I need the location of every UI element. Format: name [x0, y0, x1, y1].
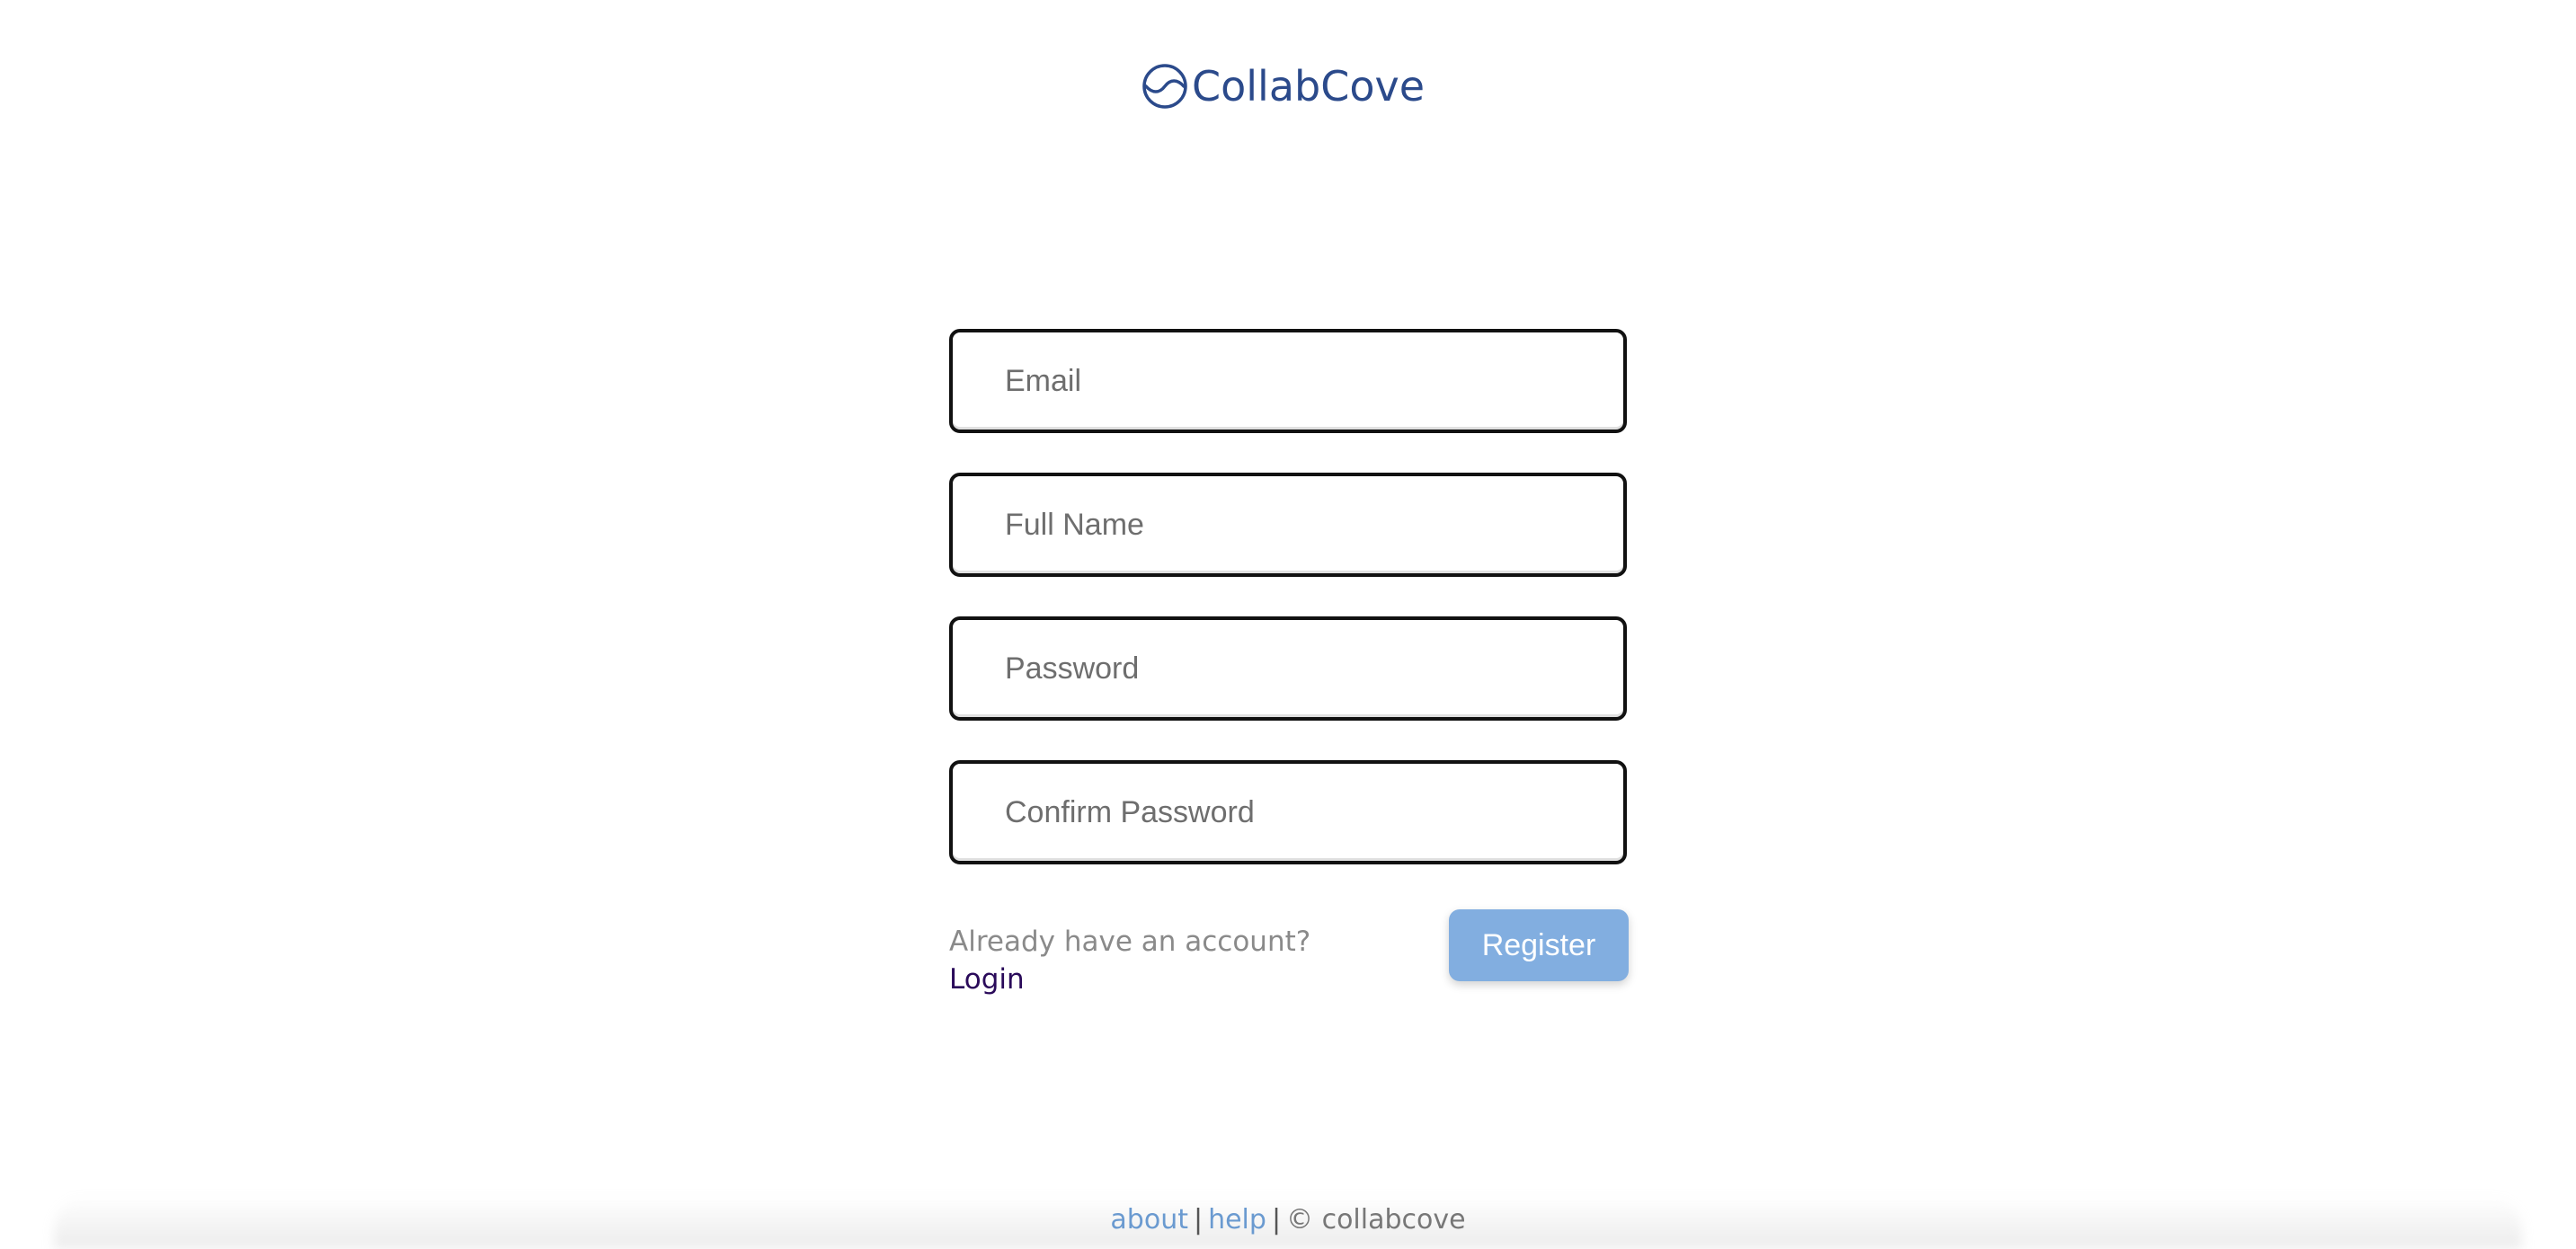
email-field[interactable] [949, 329, 1627, 433]
footer-about-link[interactable]: about [1110, 1204, 1188, 1236]
footer: about | help | © collabcove [0, 1202, 2576, 1238]
password-field[interactable] [949, 616, 1627, 721]
brand-logo[interactable]: CollabCove [1141, 59, 1425, 113]
footer-separator: | [1271, 1204, 1282, 1236]
footer-help-link[interactable]: help [1208, 1204, 1266, 1236]
already-have-account-text: Already have an account? [949, 926, 1311, 958]
collabcove-logo-icon [1142, 64, 1187, 109]
login-link[interactable]: Login [949, 961, 1025, 997]
register-button[interactable]: Register [1449, 909, 1629, 981]
full-name-field[interactable] [949, 473, 1627, 577]
footer-separator: | [1193, 1204, 1204, 1236]
footer-copyright: © collabcove [1286, 1204, 1466, 1236]
brand-name: CollabCove [1192, 62, 1425, 111]
confirm-password-field[interactable] [949, 760, 1627, 864]
